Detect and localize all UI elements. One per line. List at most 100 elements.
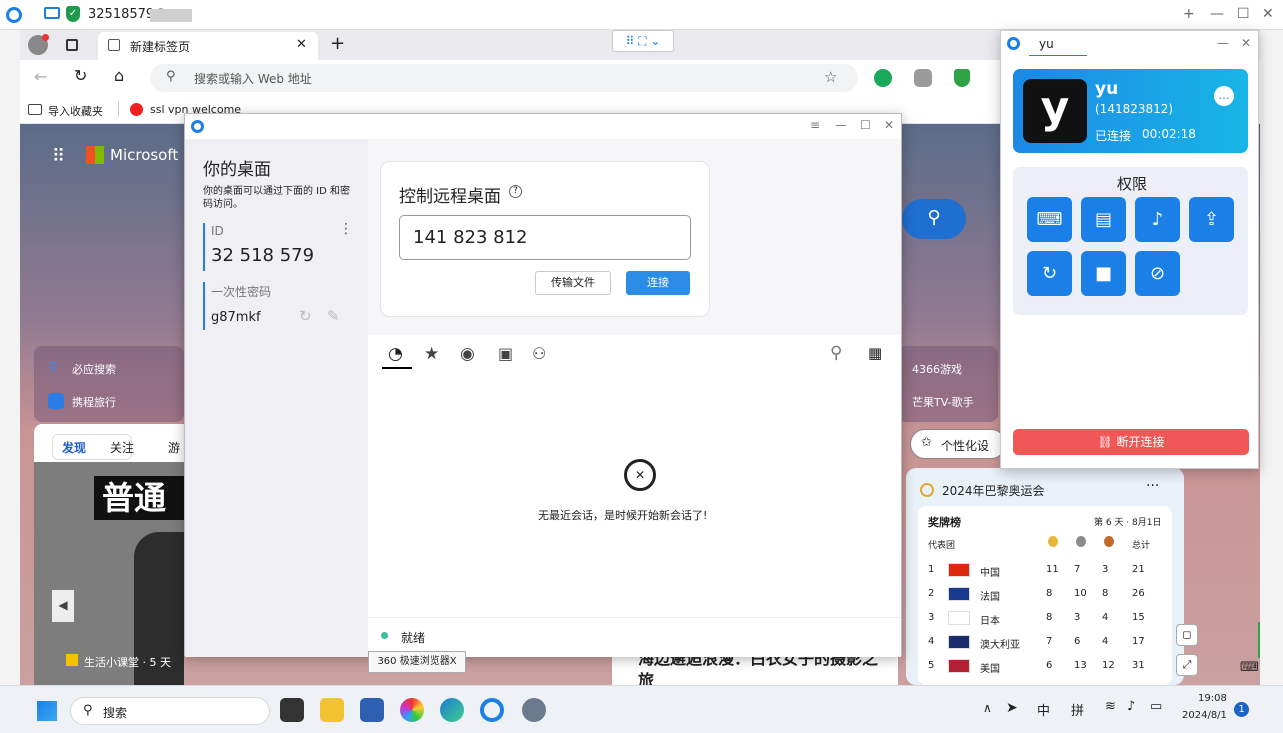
360-browser-icon[interactable]	[400, 698, 424, 722]
extension-icon[interactable]	[914, 69, 932, 87]
more-vert-icon[interactable]: ⋮	[339, 221, 353, 237]
location-icon[interactable]: ➤	[1006, 700, 1018, 716]
expand-icon[interactable]: ⤢	[1176, 654, 1198, 676]
bookmark-import[interactable]: 导入收藏夹	[48, 103, 103, 119]
minimize-icon[interactable]: —	[1217, 36, 1229, 50]
chat-icon[interactable]: …	[1214, 86, 1234, 106]
tray-chevron-icon[interactable]: ∧	[983, 701, 992, 715]
close-icon[interactable]: ✕	[1241, 36, 1251, 50]
add-icon[interactable]: +	[1183, 6, 1195, 22]
edge-icon[interactable]	[440, 698, 464, 722]
minimize-icon[interactable]: —	[835, 118, 847, 132]
medal-row[interactable]: 1 中国 11 7 3 21	[918, 561, 1172, 581]
medal-silver: 3	[1074, 612, 1081, 623]
tab-discover[interactable]: 发现	[62, 439, 86, 456]
monitor-icon[interactable]	[44, 7, 60, 19]
pw-value[interactable]: g87mkf	[211, 310, 261, 325]
help-icon[interactable]: ?	[509, 185, 522, 198]
quick-link-mango[interactable]: 芒果TV-歌手	[912, 394, 974, 410]
remote-id-input[interactable]: 141 823 812	[399, 215, 691, 260]
medal-gold: 11	[1046, 564, 1059, 575]
file-explorer-icon[interactable]	[320, 698, 344, 722]
address-bar[interactable]: ⚲ 搜索或输入 Web 地址 ☆	[150, 64, 858, 92]
favorite-star-icon[interactable]: ☆	[824, 68, 837, 86]
ime-mode[interactable]: 中	[1037, 700, 1050, 719]
carousel-prev-icon[interactable]: ◀	[52, 590, 74, 622]
menu-icon[interactable]: ≡	[810, 118, 820, 132]
medal-row[interactable]: 4 澳大利亚 7 6 4 17	[918, 633, 1172, 653]
taskbar-search-label: 搜索	[103, 706, 128, 720]
store-icon[interactable]	[360, 698, 384, 722]
medal-row[interactable]: 2 法国 8 10 8 26	[918, 585, 1172, 605]
edit-password-icon[interactable]: ✎	[327, 307, 340, 325]
extension-icon[interactable]	[874, 69, 892, 87]
address-book-icon[interactable]: ▣	[498, 344, 513, 363]
personalize-button[interactable]: ✩ 个性化设	[910, 429, 1006, 459]
ime-pinyin[interactable]: 拼	[1071, 700, 1084, 719]
apps-grid-icon[interactable]: ⠿	[52, 146, 65, 167]
olympics-card: 2024年巴黎奥运会 ··· 奖牌榜 第 6 天 · 8月1日 代表团 总计 1…	[906, 468, 1184, 685]
search-button[interactable]: ⚲	[902, 199, 966, 239]
quick-link-4366[interactable]: 4366游戏	[912, 361, 962, 377]
quick-link-ctrip[interactable]: 携程旅行	[72, 394, 116, 410]
transfer-file-button[interactable]: 传输文件	[535, 271, 611, 295]
clock-time[interactable]: 19:08	[1198, 693, 1227, 704]
minimize-icon[interactable]: —	[1210, 6, 1224, 22]
connect-panel: 控制远程桌面 ? 141 823 812 传输文件 连接 ◔ ★ ◉ ▣ ⚇ ⚲…	[368, 139, 901, 657]
cm-tab-name[interactable]: yu	[1039, 37, 1054, 51]
tab-follow[interactable]: 关注	[110, 439, 134, 456]
medal-row[interactable]: 3 日本 8 3 4 15	[918, 609, 1172, 629]
refresh-icon[interactable]: ↻	[74, 66, 87, 85]
remote-toolbar-toggle[interactable]: ⠿ ⛶ ⌄	[612, 30, 674, 52]
block-input-permission-icon[interactable]: ⊘	[1135, 251, 1180, 296]
close-icon[interactable]: ✕	[884, 118, 894, 132]
recent-sessions-icon[interactable]: ◔	[388, 344, 403, 364]
rustdesk-logo-icon	[1007, 37, 1020, 50]
maximize-icon[interactable]: ☐	[860, 118, 871, 132]
discovered-icon[interactable]: ◉	[460, 344, 475, 364]
maximize-icon[interactable]: ☐	[1237, 6, 1250, 22]
volume-icon[interactable]: ♪	[1127, 699, 1135, 714]
rustdesk-taskbar-icon[interactable]	[480, 698, 504, 722]
keyboard-permission-icon[interactable]: ⌨	[1027, 197, 1072, 242]
notification-badge[interactable]: 1	[1234, 702, 1249, 717]
start-icon[interactable]	[37, 701, 57, 721]
group-icon[interactable]: ⚇	[532, 344, 546, 363]
col-team: 代表团	[928, 541, 956, 551]
remote-input-icon[interactable]: ⌨	[1240, 660, 1259, 675]
more-icon[interactable]: ···	[1146, 478, 1159, 494]
home-icon[interactable]: ⌂	[114, 66, 124, 85]
recording-permission-icon[interactable]: ■	[1081, 251, 1126, 296]
back-icon[interactable]: ←	[34, 67, 47, 86]
search-icon[interactable]: ⚲	[830, 343, 842, 363]
tab-new-tab[interactable]: 新建标签页 ✕	[98, 32, 318, 60]
task-view-icon[interactable]	[280, 698, 304, 722]
new-tab-icon[interactable]: +	[330, 33, 345, 54]
id-value[interactable]: 32 518 579	[211, 245, 314, 266]
settings-icon[interactable]	[522, 698, 546, 722]
clipboard-permission-icon[interactable]: ▤	[1081, 197, 1126, 242]
medal-row[interactable]: 5 美国 6 13 12 31	[918, 657, 1172, 677]
disconnect-button[interactable]: ⛓ 断开连接	[1013, 429, 1249, 455]
extension-shield-icon[interactable]	[954, 69, 970, 87]
refresh-password-icon[interactable]: ↻	[299, 307, 312, 325]
file-permission-icon[interactable]: ⇪	[1189, 197, 1234, 242]
screenshot-icon[interactable]: ◻	[1176, 624, 1198, 646]
grid-view-icon[interactable]: ▦	[868, 344, 882, 362]
medal-rank: 1	[928, 564, 935, 575]
col-total: 总计	[1132, 541, 1151, 551]
close-icon[interactable]: ✕	[1262, 6, 1274, 22]
battery-icon[interactable]: ▭	[1150, 699, 1162, 714]
favorites-icon[interactable]: ★	[424, 344, 439, 364]
restart-permission-icon[interactable]: ↻	[1027, 251, 1072, 296]
wifi-icon[interactable]: ≋	[1105, 699, 1116, 714]
connect-button[interactable]: 连接	[626, 271, 690, 295]
tab-actions-icon[interactable]	[66, 39, 78, 51]
tab-games[interactable]: 游	[168, 439, 180, 456]
tab-close-icon[interactable]: ✕	[296, 37, 307, 52]
quick-link-bing[interactable]: 必应搜索	[72, 361, 116, 377]
taskbar-search[interactable]: ⚲ 搜索	[70, 697, 270, 725]
audio-permission-icon[interactable]: ♪	[1135, 197, 1180, 242]
clock-date[interactable]: 2024/8/1	[1182, 710, 1227, 721]
video-card[interactable]: 普通 ◀ 生活小课堂 · 5 天	[34, 462, 184, 685]
